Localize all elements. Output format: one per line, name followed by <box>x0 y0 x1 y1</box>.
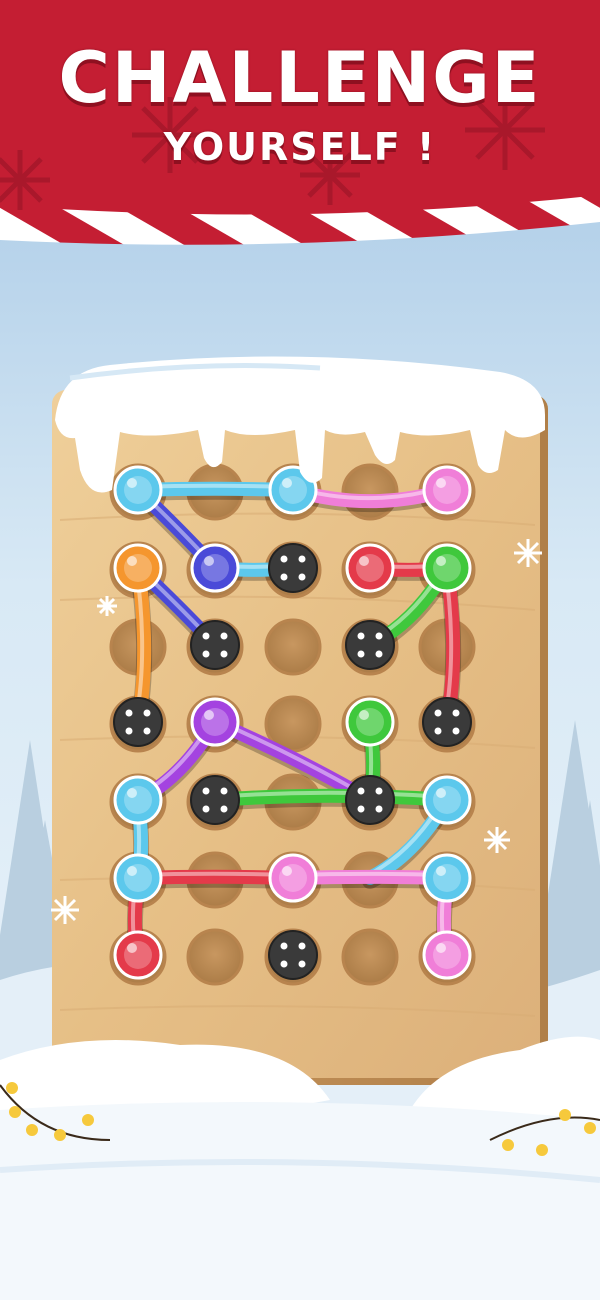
blue-peg[interactable] <box>190 543 240 593</box>
board-hole[interactable] <box>341 928 399 986</box>
cyan-peg[interactable] <box>113 853 163 903</box>
purple-peg[interactable] <box>190 697 240 747</box>
cyan-peg[interactable] <box>422 775 472 825</box>
screw-peg[interactable] <box>268 930 318 980</box>
screw-peg[interactable] <box>190 620 240 670</box>
board-hole[interactable] <box>186 928 244 986</box>
pink-peg[interactable] <box>268 853 318 903</box>
green-peg[interactable] <box>345 697 395 747</box>
cyan-peg[interactable] <box>113 465 163 515</box>
orange-peg[interactable] <box>113 543 163 593</box>
banner-title-line1: CHALLENGE <box>58 37 542 119</box>
green-rope[interactable] <box>207 788 455 811</box>
screw-peg[interactable] <box>190 775 240 825</box>
snow-bank <box>0 1036 600 1300</box>
game-scene <box>0 0 600 1300</box>
banner-title-line2: YOURSELF ! <box>163 125 437 169</box>
cyan-peg[interactable] <box>422 853 472 903</box>
screw-peg[interactable] <box>113 697 163 747</box>
red-peg[interactable] <box>113 930 163 980</box>
cyan-peg[interactable] <box>113 775 163 825</box>
pink-peg[interactable] <box>422 465 472 515</box>
board-hole[interactable] <box>264 618 322 676</box>
pink-peg[interactable] <box>422 930 472 980</box>
screw-peg[interactable] <box>345 620 395 670</box>
screw-peg[interactable] <box>345 775 395 825</box>
red-peg[interactable] <box>345 543 395 593</box>
screw-peg[interactable] <box>268 543 318 593</box>
screw-peg[interactable] <box>422 697 472 747</box>
green-peg[interactable] <box>422 543 472 593</box>
